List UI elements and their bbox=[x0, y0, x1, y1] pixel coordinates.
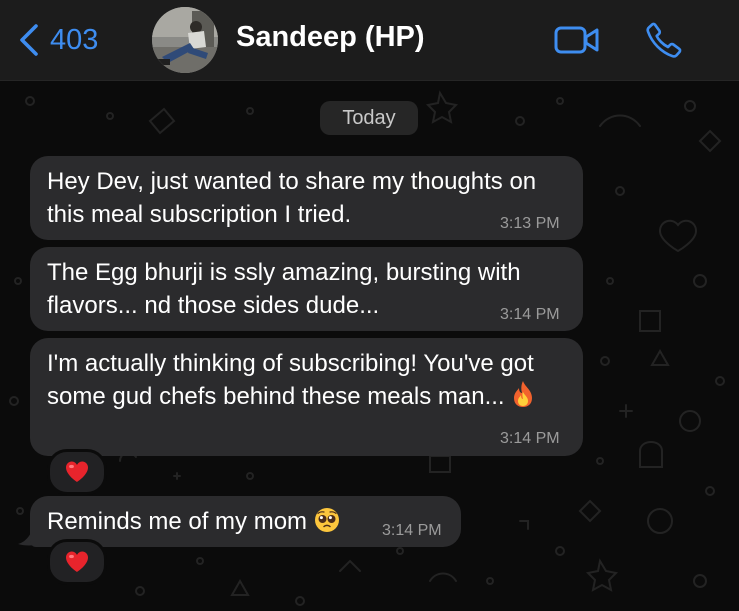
contact-name[interactable]: Sandeep (HP) bbox=[236, 21, 425, 54]
message-text: I'm actually thinking of subscribing! Yo… bbox=[47, 350, 541, 410]
chat-header: 403 Sandeep (HP) bbox=[0, 0, 739, 81]
message-text: Reminds me of my mom bbox=[47, 508, 308, 535]
reaction-badge[interactable] bbox=[47, 449, 107, 495]
red-heart-icon bbox=[66, 551, 88, 572]
message-time: 3:14 PM bbox=[500, 430, 560, 447]
chevron-left-icon bbox=[20, 24, 38, 56]
fire-emoji-icon bbox=[514, 381, 533, 407]
phone-icon bbox=[646, 22, 682, 58]
chat-screen: 403 Sandeep (HP) Today Hey Dev, just wan… bbox=[0, 0, 739, 611]
message-text-container: Reminds me of my mom bbox=[47, 505, 377, 538]
message-time: 3:13 PM bbox=[500, 215, 560, 232]
message-bubble[interactable]: Reminds me of my mom 3:14 PM bbox=[30, 496, 461, 547]
message-bubble[interactable]: The Egg bhurji is ssly amazing, bursting… bbox=[30, 247, 583, 331]
video-call-icon bbox=[554, 26, 599, 54]
message-text-container: I'm actually thinking of subscribing! Yo… bbox=[47, 347, 547, 413]
video-call-button[interactable] bbox=[553, 18, 601, 62]
message-time: 3:14 PM bbox=[500, 306, 560, 323]
back-button[interactable]: 403 bbox=[18, 20, 98, 60]
message-bubble[interactable]: I'm actually thinking of subscribing! Yo… bbox=[30, 338, 583, 456]
avatar[interactable] bbox=[152, 7, 218, 73]
voice-call-button[interactable] bbox=[640, 18, 688, 62]
message-time: 3:14 PM bbox=[382, 522, 442, 539]
pleading-face-emoji-icon bbox=[314, 508, 339, 532]
unread-count: 403 bbox=[50, 23, 99, 56]
message-text: The Egg bhurji is ssly amazing, bursting… bbox=[47, 259, 528, 319]
message-bubble[interactable]: Hey Dev, just wanted to share my thought… bbox=[30, 156, 583, 240]
red-heart-icon bbox=[66, 461, 88, 482]
message-text: Hey Dev, just wanted to share my thought… bbox=[47, 168, 543, 228]
reaction-badge[interactable] bbox=[47, 539, 107, 585]
date-separator: Today bbox=[320, 101, 418, 135]
